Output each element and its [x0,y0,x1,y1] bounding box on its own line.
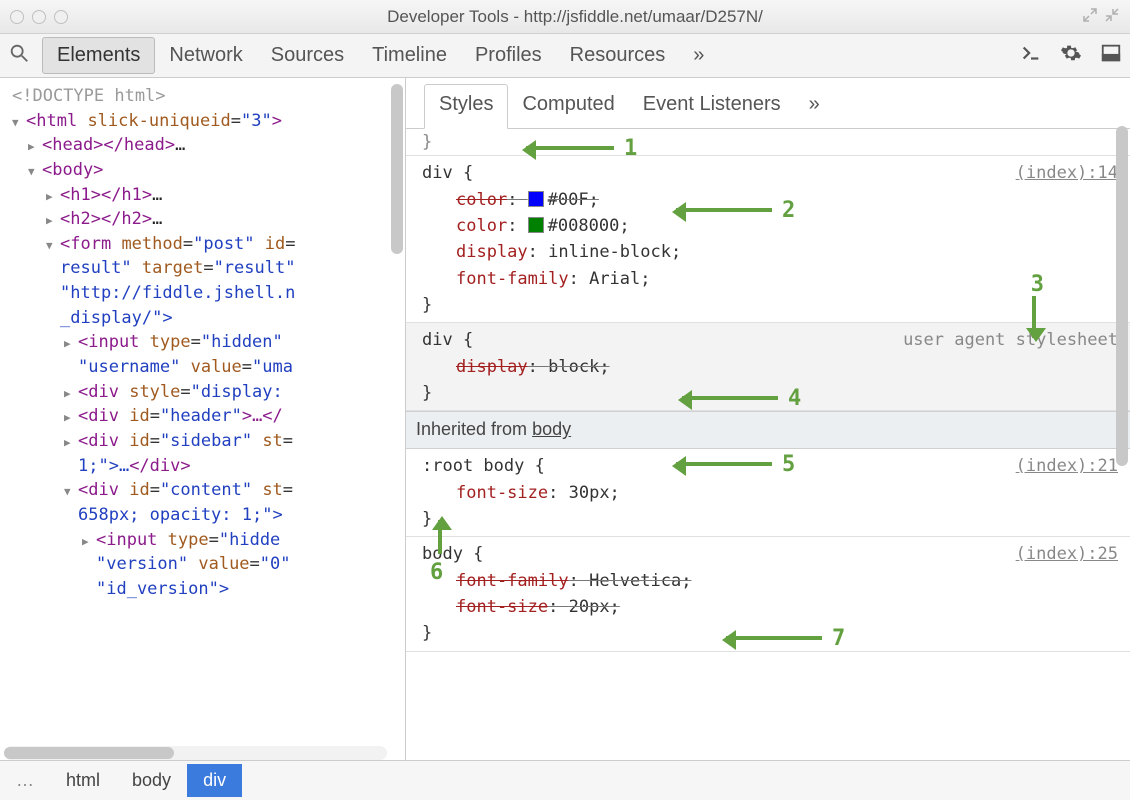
dom-tree-row[interactable]: <html slick-uniqueid="3"> [10,109,403,134]
annotation-arrow-1 [526,146,614,150]
gear-icon[interactable] [1060,42,1082,70]
css-property[interactable]: font-family: Helvetica; [422,568,1120,594]
crumb-div[interactable]: div [187,764,242,797]
css-property[interactable]: color: #008000; [422,213,1120,239]
crumb-html[interactable]: html [50,764,116,797]
dock-icon[interactable] [1100,42,1122,70]
dom-tree-row[interactable]: _display/"> [10,306,403,331]
traffic-lights [10,10,68,24]
crumb-ancestors[interactable]: … [0,764,50,797]
source-link[interactable]: (index):25 [1016,541,1118,567]
dom-tree-row[interactable]: <h1></h1>… [10,183,403,208]
tab-timeline[interactable]: Timeline [358,38,461,73]
dom-tree-row[interactable]: <div id="sidebar" st= [10,429,403,454]
dom-tree-row[interactable]: "http://fiddle.jshell.n [10,281,403,306]
collapse-icon[interactable] [1104,7,1120,26]
dom-tree-row[interactable]: result" target="result" [10,256,403,281]
expand-icon[interactable] [1082,7,1098,26]
annotation-5: 5 [782,448,795,482]
styles-panel: Styles Computed Event Listeners » }div {… [406,78,1130,760]
tab-computed[interactable]: Computed [508,85,628,128]
close-window-button[interactable] [10,10,24,24]
dom-tree[interactable]: <!DOCTYPE html><html slick-uniqueid="3">… [0,78,405,744]
tab-resources[interactable]: Resources [556,38,680,73]
style-rule[interactable]: body {(index):25font-family: Helvetica;f… [406,537,1130,651]
elements-vertical-scrollbar[interactable] [391,84,403,254]
devtools-toolbar: Elements Network Sources Timeline Profil… [0,34,1130,78]
tab-styles[interactable]: Styles [424,84,508,129]
annotation-arrow-7 [726,636,822,640]
annotation-arrow-3 [1032,296,1036,338]
dom-tree-row[interactable]: "username" value="uma [10,355,403,380]
dom-tree-row[interactable]: 658px; opacity: 1;"> [10,503,403,528]
dom-tree-row[interactable]: 1;">…</div> [10,454,403,479]
window-titlebar: Developer Tools - http://jsfiddle.net/um… [0,0,1130,34]
annotation-arrow-2 [676,208,772,212]
panel-tabs: Elements Network Sources Timeline Profil… [42,37,718,74]
crumb-body[interactable]: body [116,764,187,797]
console-icon[interactable] [1020,42,1042,70]
search-icon[interactable] [8,42,30,70]
dom-tree-row[interactable]: <body> [10,158,403,183]
css-property[interactable]: display: inline-block; [422,239,1120,265]
annotation-arrow-4 [682,396,778,400]
annotation-7: 7 [832,622,845,656]
elements-panel[interactable]: <!DOCTYPE html><html slick-uniqueid="3">… [0,78,406,760]
annotation-arrow-6 [438,520,442,554]
css-property[interactable]: font-family: Arial; [422,266,1120,292]
css-property[interactable]: display: block; [422,354,1120,380]
css-property[interactable]: font-size: 20px; [422,594,1120,620]
dom-tree-row[interactable]: <div style="display: [10,380,403,405]
css-property[interactable]: font-size: 30px; [422,480,1120,506]
source-link[interactable]: (index):14 [1016,160,1118,186]
dom-tree-row[interactable]: <div id="content" st= [10,478,403,503]
scrollbar-thumb[interactable] [4,747,174,759]
doctype-line: <!DOCTYPE html> [10,84,403,109]
tab-sources[interactable]: Sources [257,38,358,73]
zoom-window-button[interactable] [54,10,68,24]
inherited-from-header[interactable]: Inherited from body [406,411,1130,449]
annotation-1: 1 [624,132,637,166]
tab-elements[interactable]: Elements [42,37,155,74]
dom-tree-row[interactable]: "id_version"> [10,577,403,602]
window-title: Developer Tools - http://jsfiddle.net/um… [68,7,1082,27]
style-rule[interactable]: div {(index):14color: #00F;color: #00800… [406,156,1130,323]
elements-horizontal-scrollbar[interactable] [4,746,387,760]
tab-network[interactable]: Network [155,38,256,73]
tab-profiles[interactable]: Profiles [461,38,556,73]
color-swatch[interactable] [528,191,544,207]
annotation-3: 3 [1031,268,1044,302]
source-link[interactable]: (index):21 [1016,453,1118,479]
annotation-4: 4 [788,382,801,416]
annotation-2: 2 [782,194,795,228]
tab-overflow[interactable]: » [795,85,834,128]
annotation-arrow-5 [676,462,772,466]
dom-tree-row[interactable]: <head></head>… [10,133,403,158]
styles-rules-list[interactable]: }div {(index):14color: #00F;color: #0080… [406,129,1130,760]
dom-tree-row[interactable]: <h2></h2>… [10,207,403,232]
dom-tree-row[interactable]: <input type="hidde [10,528,403,553]
dom-tree-row[interactable]: <div id="header">…</ [10,404,403,429]
tab-event-listeners[interactable]: Event Listeners [629,85,795,128]
dom-tree-row[interactable]: <form method="post" id= [10,232,403,257]
styles-vertical-scrollbar[interactable] [1116,126,1128,466]
user-agent-label: user agent stylesheet [903,327,1118,353]
breadcrumb: … html body div [0,760,1130,800]
dom-tree-row[interactable]: <input type="hidden" [10,330,403,355]
sidebar-tabs: Styles Computed Event Listeners » [406,78,1130,129]
annotation-6: 6 [430,556,443,590]
dom-tree-row[interactable]: "version" value="0" [10,552,403,577]
minimize-window-button[interactable] [32,10,46,24]
tab-overflow[interactable]: » [679,38,718,73]
color-swatch[interactable] [528,217,544,233]
